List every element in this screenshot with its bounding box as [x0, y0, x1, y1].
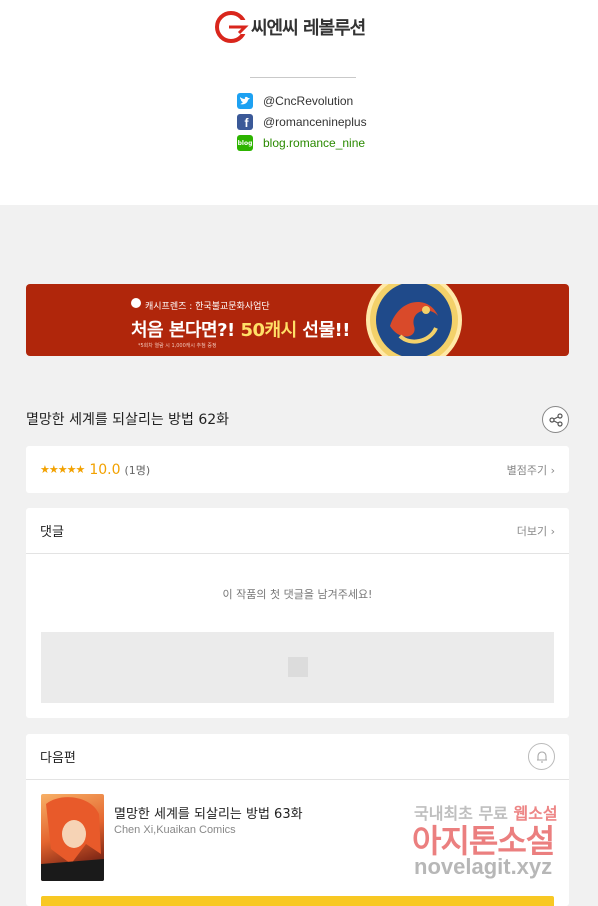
- share-button[interactable]: [542, 406, 569, 433]
- blog-handle: blog.romance_nine: [263, 136, 366, 150]
- social-facebook-link[interactable]: f @romancenineplus: [237, 114, 367, 130]
- banner-fine-print: *5회차 열람 시 1,000캐시 추첨 증정: [138, 343, 217, 349]
- footer-info-section: 씨엔씨 레볼루션 @CncRevolution f @romanceninepl…: [0, 0, 598, 205]
- banner-headline: 처음 본다면?! 50캐시 선물!!: [131, 316, 350, 342]
- rating-card: ★★★★★ 10.0 (1명) 별점주기 ›: [26, 446, 569, 493]
- cnc-logo: 씨엔씨 레볼루션: [215, 11, 366, 43]
- blog-icon: blog: [237, 135, 253, 151]
- image-placeholder-icon: [288, 657, 308, 677]
- banner-headline-prefix: 처음 본다면?!: [131, 320, 241, 341]
- twitter-icon: [237, 93, 253, 109]
- next-episode-button[interactable]: [41, 896, 554, 906]
- share-icon: [548, 412, 563, 427]
- episode-title: 멸망한 세계를 되살리는 방법 62화: [26, 412, 230, 428]
- notification-button[interactable]: [528, 743, 555, 770]
- social-twitter-link[interactable]: @CncRevolution: [237, 93, 353, 109]
- comments-card: 댓글 더보기 › 이 작품의 첫 댓글을 남겨주세요!: [26, 508, 569, 718]
- next-episode-title[interactable]: 멸망한 세계를 되살리는 방법 63화: [114, 803, 303, 822]
- divider: [250, 77, 356, 78]
- watermark-line3: novelagit.xyz: [414, 854, 553, 879]
- twitter-handle: @CncRevolution: [263, 94, 354, 108]
- bell-icon: [536, 750, 547, 763]
- next-episode-author: Chen Xi,Kuaikan Comics: [114, 824, 236, 836]
- promo-banner[interactable]: 캐시프렌즈 : 한국불교문화사업단 처음 본다면?! 50캐시 선물!! *5회…: [26, 284, 569, 356]
- comments-header: 댓글 더보기 ›: [26, 508, 569, 554]
- logo-text: 씨엔씨 레볼루션: [251, 18, 366, 39]
- social-blog-link[interactable]: blog blog.romance_nine: [237, 135, 365, 151]
- next-episode-thumbnail[interactable]: [41, 794, 104, 881]
- banner-headline-highlight: 50캐시: [240, 320, 297, 341]
- rating-count: (1명): [124, 463, 151, 477]
- rate-button[interactable]: 별점주기 ›: [507, 462, 555, 478]
- comments-heading: 댓글: [40, 525, 64, 540]
- banner-sub: 캐시프렌즈 : 한국불교문화사업단: [145, 302, 270, 312]
- cnc-logo-icon: [215, 11, 251, 43]
- next-header: 다음편: [26, 734, 569, 780]
- rating-score: 10.0: [89, 461, 121, 478]
- comments-more-button[interactable]: 더보기 ›: [517, 523, 555, 539]
- rating-stars: ★★★★★: [40, 463, 85, 476]
- next-heading: 다음편: [40, 751, 76, 766]
- facebook-handle: @romancenineplus: [263, 115, 367, 129]
- facebook-icon: f: [237, 114, 253, 130]
- banner-headline-suffix: 선물!!: [296, 320, 350, 341]
- site-watermark: 국내최초 무료 웹소설 아지톤소설 novelagit.xyz: [412, 798, 592, 888]
- cash-friends-icon: [131, 298, 141, 308]
- comments-empty-message: 이 작품의 첫 댓글을 남겨주세요!: [222, 588, 373, 601]
- ad-placeholder: [41, 632, 554, 703]
- dragon-illustration: [366, 284, 462, 356]
